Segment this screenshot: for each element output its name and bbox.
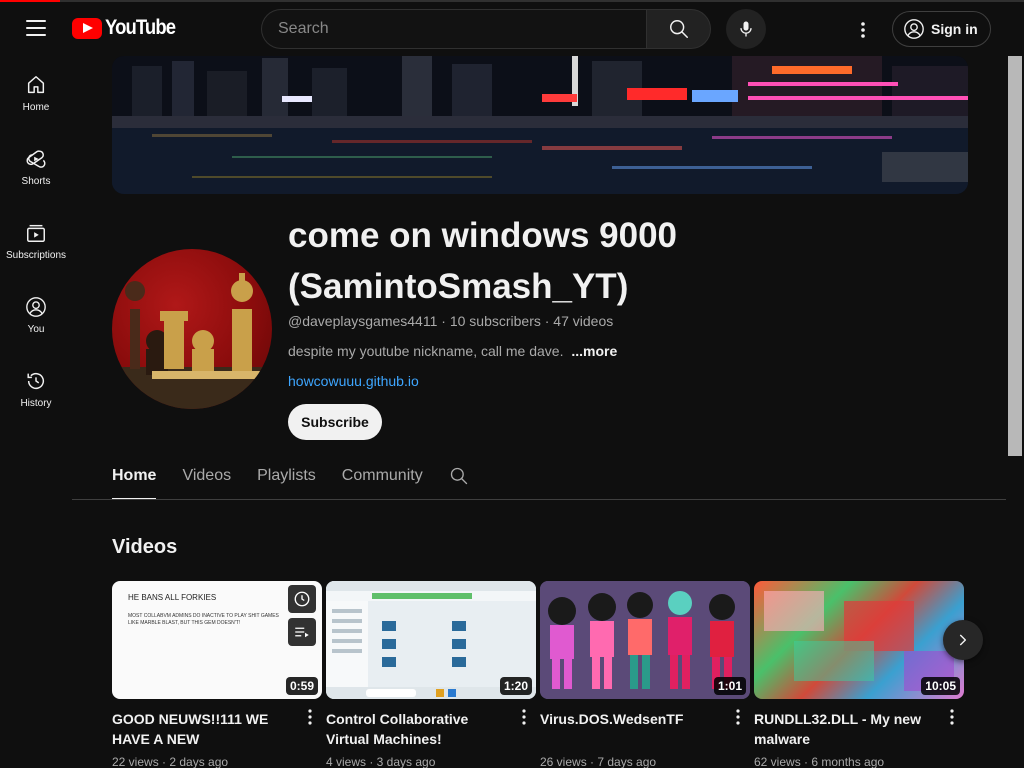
video-thumbnail[interactable]: 10:05 <box>754 581 964 699</box>
sign-in-button[interactable]: Sign in <box>892 11 991 47</box>
video-card: 1:20 Control Collaborative Virtual Machi… <box>326 581 536 768</box>
channel-tabs: Home Videos Playlists Community <box>112 454 469 500</box>
more-vertical-icon <box>736 709 740 725</box>
scrollbar-thumb[interactable] <box>1008 56 1022 456</box>
tabs-divider <box>72 499 1006 500</box>
more-vertical-icon <box>308 709 312 725</box>
video-title[interactable]: GOOD NEUWS!!111 WE HAVE A NEW COLLABVM..… <box>112 709 292 749</box>
channel-search-button[interactable] <box>449 454 469 491</box>
video-thumbnail[interactable]: 1:20 <box>326 581 536 699</box>
search-icon <box>450 467 467 485</box>
video-meta: 62 views · 6 months ago <box>754 755 885 768</box>
thumbnail-caption: HE BANS ALL FORKIES <box>128 593 217 602</box>
sidebar-item-you[interactable]: You <box>0 278 72 352</box>
search-button[interactable] <box>646 9 711 49</box>
clock-icon <box>294 591 310 607</box>
channel-description-text: despite my youtube nickname, call me dav… <box>288 343 564 359</box>
shorts-icon <box>26 149 46 168</box>
carousel-next-button[interactable] <box>943 620 983 660</box>
channel-handle-stats: @daveplaysgames4411 · 10 subscribers · 4… <box>288 313 614 329</box>
thumbnail-subcaption: MOST COLLABVM ADMINS DO INACTIVE TO PLAY… <box>128 613 279 626</box>
subscribe-button[interactable]: Subscribe <box>288 404 382 440</box>
video-action-menu[interactable] <box>728 705 748 729</box>
search-box <box>261 9 711 49</box>
more-vertical-icon <box>522 709 526 725</box>
youtube-logo[interactable]: YouTube <box>72 16 185 40</box>
video-thumbnail[interactable]: HE BANS ALL FORKIES MOST COLLABVM ADMINS… <box>112 581 322 699</box>
page-scrollbar[interactable] <box>1006 56 1024 768</box>
add-to-queue-button[interactable] <box>288 618 316 646</box>
subscriptions-icon <box>27 224 45 242</box>
tab-playlists[interactable]: Playlists <box>257 454 316 500</box>
queue-icon <box>295 627 309 638</box>
channel-name: come on windows 9000 (SamintoSmash_YT) <box>288 216 677 306</box>
voice-search-button[interactable] <box>726 9 766 49</box>
video-title[interactable]: Virus.DOS.WedsenTF <box>540 709 720 749</box>
video-meta: 22 views · 2 days ago <box>112 755 229 768</box>
sidebar-item-home[interactable]: Home <box>0 56 72 130</box>
account-circle-icon <box>904 19 924 39</box>
tab-videos[interactable]: Videos <box>182 454 231 500</box>
video-thumbnail[interactable]: 1:01 <box>540 581 750 699</box>
sidebar-item-shorts[interactable]: Shorts <box>0 130 72 204</box>
tab-community[interactable]: Community <box>342 454 423 500</box>
video-action-menu[interactable] <box>942 705 962 729</box>
more-vertical-icon <box>950 709 954 725</box>
sidebar-item-history[interactable]: History <box>0 352 72 426</box>
channel-external-link[interactable]: howcowuuu.github.io <box>288 373 419 389</box>
home-icon <box>27 75 45 93</box>
video-duration: 10:05 <box>921 677 960 695</box>
you-icon <box>26 296 46 317</box>
video-card: HE BANS ALL FORKIES MOST COLLABVM ADMINS… <box>112 581 322 768</box>
more-link[interactable]: ...more <box>571 343 617 359</box>
video-card: 1:01 Virus.DOS.WedsenTF 26 views · 7 day… <box>540 581 750 768</box>
search-input[interactable] <box>261 9 646 49</box>
tab-home[interactable]: Home <box>112 454 157 500</box>
video-action-menu[interactable] <box>514 705 534 729</box>
channel-banner-image <box>112 56 968 194</box>
video-title[interactable]: Control Collaborative Virtual Machines! <box>326 709 506 749</box>
youtube-play-icon <box>72 17 102 39</box>
video-card: 10:05 RUNDLL32.DLL - My new malware 62 v… <box>754 581 964 768</box>
mini-guide: Home Shorts Subscriptions You History <box>0 56 72 426</box>
channel-avatar[interactable] <box>112 249 272 409</box>
video-duration: 1:01 <box>713 677 746 695</box>
more-vertical-icon <box>861 22 865 38</box>
history-icon <box>27 372 45 389</box>
video-title[interactable]: RUNDLL32.DLL - My new malware <box>754 709 934 749</box>
section-title-videos: Videos <box>112 536 178 558</box>
sidebar-item-subscriptions[interactable]: Subscriptions <box>0 204 72 278</box>
video-meta: 4 views · 3 days ago <box>326 755 436 768</box>
video-duration: 1:20 <box>499 677 532 695</box>
microphone-icon <box>740 21 752 37</box>
search-icon <box>669 20 688 38</box>
channel-description[interactable]: despite my youtube nickname, call me dav… <box>288 343 617 359</box>
video-meta: 26 views · 7 days ago <box>540 755 657 768</box>
video-duration: 0:59 <box>285 677 318 695</box>
chevron-right-icon <box>959 634 967 646</box>
watch-later-button[interactable] <box>288 585 316 613</box>
masthead: YouTube Sign in <box>0 2 1024 56</box>
menu-icon[interactable] <box>18 16 54 40</box>
settings-more-button[interactable] <box>848 15 878 45</box>
video-action-menu[interactable] <box>300 705 320 729</box>
